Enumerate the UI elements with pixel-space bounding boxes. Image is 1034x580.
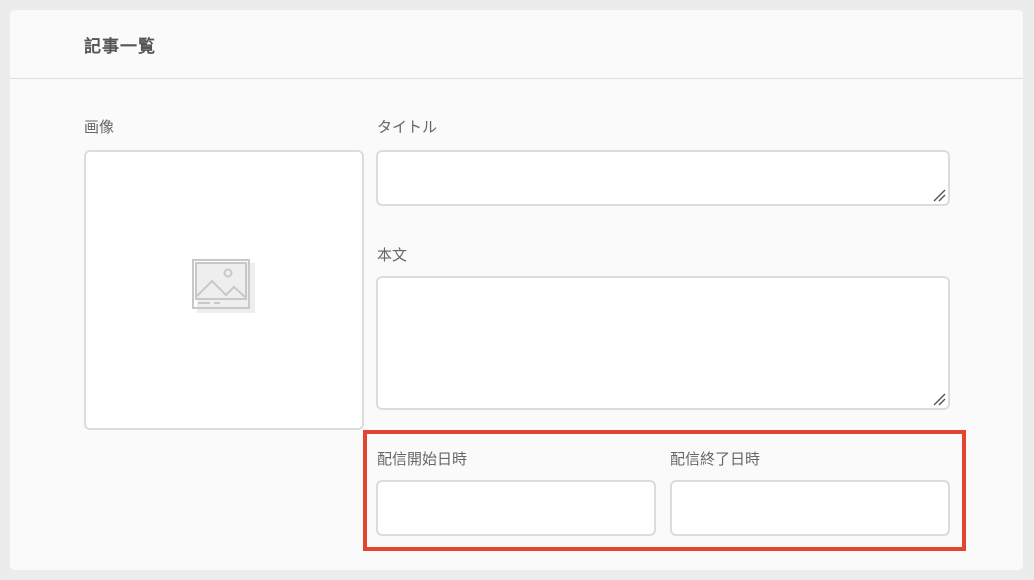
end-datetime-label: 配信終了日時 (670, 450, 761, 468)
page-title: 記事一覧 (84, 37, 156, 57)
title-label: タイトル (377, 118, 438, 136)
card-header: 記事一覧 (10, 10, 1023, 79)
start-datetime-label: 配信開始日時 (377, 450, 468, 468)
image-placeholder-icon (192, 259, 255, 313)
title-input[interactable] (376, 150, 950, 206)
resize-handle-icon[interactable] (932, 392, 946, 406)
image-label: 画像 (84, 118, 115, 136)
end-datetime-input[interactable] (670, 480, 950, 536)
start-datetime-input[interactable] (376, 480, 656, 536)
article-list-card: 記事一覧 画像 タイトル 本文 配信開始日時 配信終了日時 (10, 10, 1023, 570)
body-label: 本文 (377, 246, 408, 264)
body-textarea[interactable] (376, 276, 950, 410)
image-upload-area[interactable] (84, 150, 364, 430)
resize-handle-icon[interactable] (932, 188, 946, 202)
